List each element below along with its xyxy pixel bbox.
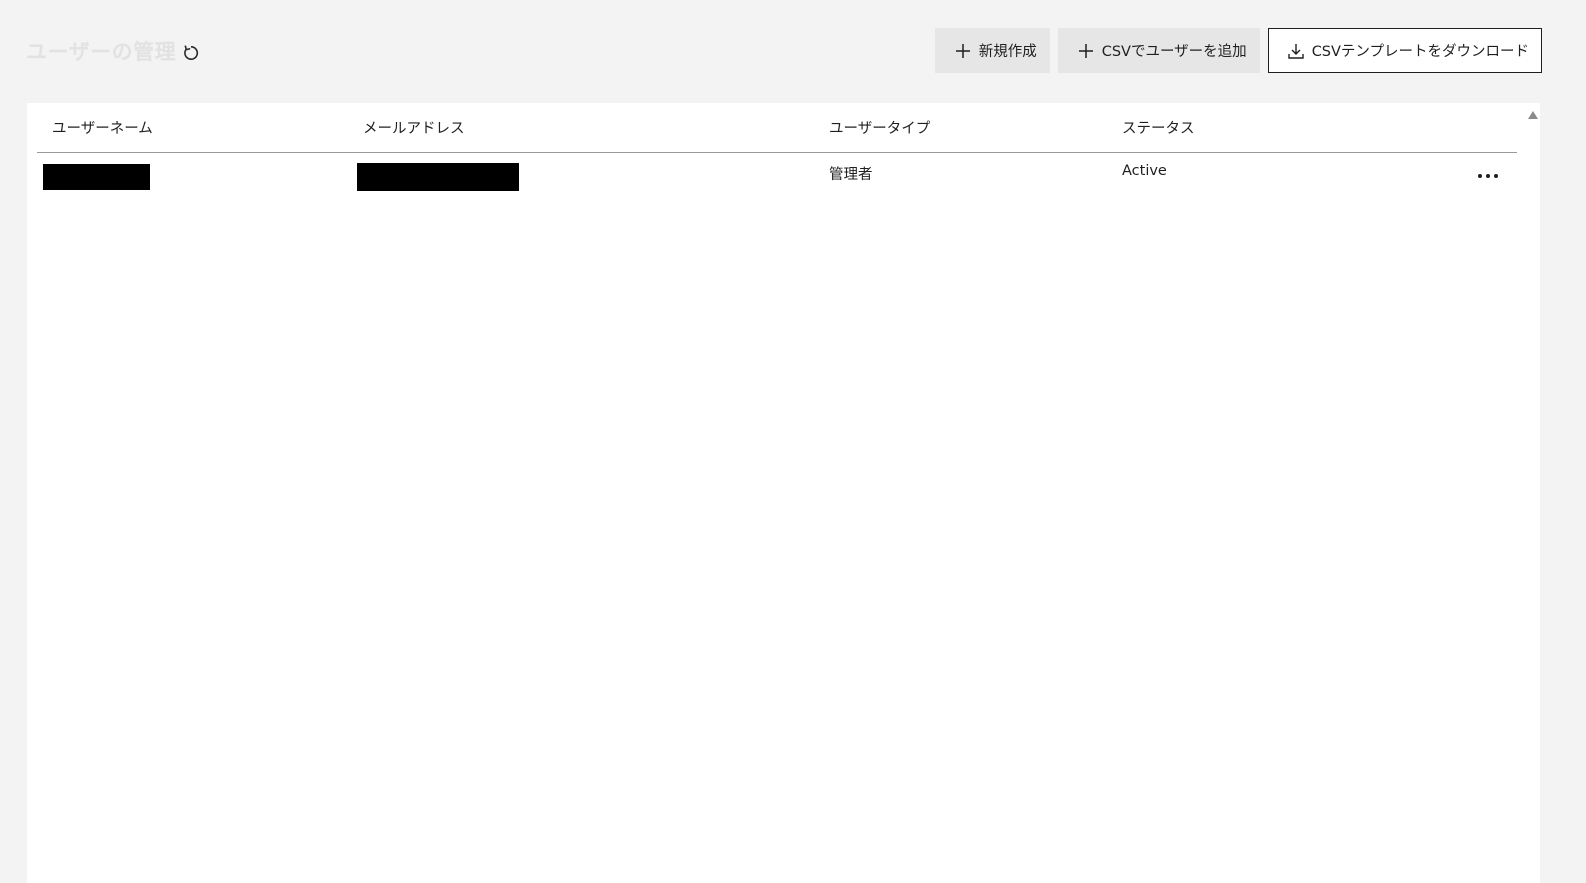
header-actions: 新規作成 CSVでユーザーを追加 CSVテンプレートをダウンロード: [934, 28, 1542, 73]
scroll-up-arrow-icon[interactable]: [1528, 110, 1538, 120]
users-table: ユーザーネーム メールアドレス ユーザータイプ ステータス 管理者 Active: [37, 103, 1517, 198]
plus-icon: [1077, 42, 1095, 60]
new-user-button-label: 新規作成: [978, 44, 1037, 60]
page-header: ユーザーの管理: [26, 36, 202, 66]
new-user-button[interactable]: 新規作成: [934, 28, 1050, 73]
column-header-status[interactable]: ステータス: [1116, 117, 1436, 138]
user-management-page: ユーザーの管理 新規作成 CSVでユーザーを追加 CSVテンプレートをダウンロー…: [0, 0, 1586, 883]
column-header-email[interactable]: メールアドレス: [350, 117, 822, 138]
row-more-options-icon[interactable]: [1473, 166, 1503, 186]
username-cell: [37, 162, 350, 190]
page-title: ユーザーの管理: [26, 40, 177, 64]
redacted-username: [43, 163, 150, 190]
table-row[interactable]: 管理者 Active: [37, 153, 1517, 198]
download-csv-template-button-label: CSVテンプレートをダウンロード: [1311, 44, 1529, 60]
redacted-email: [357, 162, 519, 191]
column-header-user-type[interactable]: ユーザータイプ: [822, 117, 1116, 138]
refresh-icon[interactable]: [180, 42, 202, 64]
column-header-username[interactable]: ユーザーネーム: [37, 117, 350, 138]
table-header-row: ユーザーネーム メールアドレス ユーザータイプ ステータス: [37, 103, 1517, 153]
csv-add-users-button-label: CSVでユーザーを追加: [1101, 44, 1247, 60]
status-cell: Active: [1122, 163, 1167, 179]
plus-icon: [954, 42, 972, 60]
csv-add-users-button[interactable]: CSVでユーザーを追加: [1057, 28, 1260, 73]
users-table-panel: ユーザーネーム メールアドレス ユーザータイプ ステータス 管理者 Active: [27, 103, 1540, 883]
user-type-cell: 管理者: [829, 167, 873, 183]
email-cell: [350, 161, 822, 191]
download-icon: [1287, 42, 1305, 60]
download-csv-template-button[interactable]: CSVテンプレートをダウンロード: [1267, 28, 1542, 73]
